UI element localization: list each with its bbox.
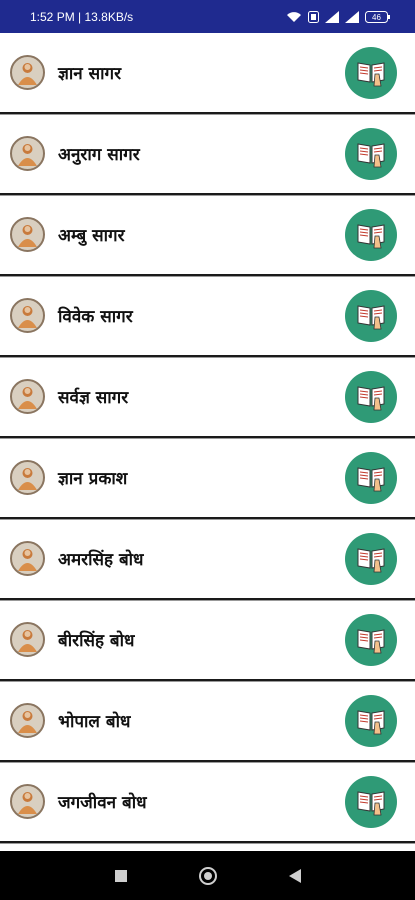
status-time-speed: 1:52 PM | 13.8KB/s	[30, 9, 134, 24]
read-button[interactable]	[345, 532, 397, 585]
open-book-icon	[357, 385, 385, 410]
book-row-3[interactable]: अम्बु सागर	[0, 195, 415, 276]
open-book-icon	[357, 466, 385, 491]
wifi-icon	[287, 11, 301, 22]
read-button[interactable]	[345, 46, 397, 99]
read-button[interactable]	[345, 127, 397, 180]
read-button[interactable]	[345, 613, 397, 666]
open-book-icon	[357, 223, 385, 248]
open-book-icon	[357, 304, 385, 329]
read-button[interactable]	[345, 289, 397, 342]
battery-icon: 46	[365, 10, 390, 23]
read-button[interactable]	[345, 208, 397, 261]
book-row-7[interactable]: अमरसिंह बोध	[0, 519, 415, 600]
book-row-6[interactable]: ज्ञान प्रकाश	[0, 438, 415, 519]
book-row-2[interactable]: अनुराग सागर	[0, 114, 415, 195]
guru-portrait-icon	[10, 541, 45, 576]
book-row-10[interactable]: जगजीवन बोध	[0, 762, 415, 843]
guru-portrait-icon	[10, 784, 45, 819]
guru-portrait-icon	[10, 136, 45, 171]
open-book-icon	[357, 709, 385, 734]
data-saver-icon	[308, 10, 319, 23]
book-row-4[interactable]: विवेक सागर	[0, 276, 415, 357]
open-book-icon	[357, 61, 385, 86]
read-button[interactable]	[345, 451, 397, 504]
book-title: सर्वज्ञ सागर	[58, 388, 129, 408]
open-book-icon	[357, 628, 385, 653]
book-row-5[interactable]: सर्वज्ञ सागर	[0, 357, 415, 438]
guru-portrait-icon	[10, 379, 45, 414]
open-book-icon	[357, 142, 385, 167]
read-button[interactable]	[345, 775, 397, 828]
signal-2-icon	[345, 10, 359, 23]
book-title: बीरसिंह बोध	[58, 631, 135, 651]
signal-1-icon	[325, 10, 339, 23]
book-row-1[interactable]: ज्ञान सागर	[0, 33, 415, 114]
status-bar: 1:52 PM | 13.8KB/s 46	[0, 0, 415, 33]
read-button[interactable]	[345, 370, 397, 423]
open-book-icon	[357, 547, 385, 572]
battery-level: 46	[372, 13, 381, 22]
guru-portrait-icon	[10, 460, 45, 495]
book-title: विवेक सागर	[58, 307, 133, 327]
guru-portrait-icon	[10, 703, 45, 738]
book-title: अम्बु सागर	[58, 226, 125, 246]
open-book-icon	[357, 790, 385, 815]
book-title: जगजीवन बोध	[58, 793, 147, 813]
circle-home-icon[interactable]	[198, 866, 218, 886]
book-title: भोपाल बोध	[58, 712, 131, 732]
book-list: ज्ञान सागर अनुराग सागर अम्बु सागर विवेक …	[0, 33, 415, 846]
system-nav-bar	[0, 851, 415, 900]
book-title: अमरसिंह बोध	[58, 550, 144, 570]
book-title: अनुराग सागर	[58, 145, 140, 165]
guru-portrait-icon	[10, 298, 45, 333]
triangle-back-icon[interactable]	[288, 868, 302, 884]
guru-portrait-icon	[10, 217, 45, 252]
book-row-9[interactable]: भोपाल बोध	[0, 681, 415, 762]
read-button[interactable]	[345, 694, 397, 747]
book-title: ज्ञान प्रकाश	[58, 469, 128, 489]
status-icons: 46	[286, 10, 391, 23]
guru-portrait-icon	[10, 55, 45, 90]
book-row-8[interactable]: बीरसिंह बोध	[0, 600, 415, 681]
square-recents-icon[interactable]	[114, 869, 128, 883]
guru-portrait-icon	[10, 622, 45, 657]
book-title: ज्ञान सागर	[58, 64, 122, 84]
